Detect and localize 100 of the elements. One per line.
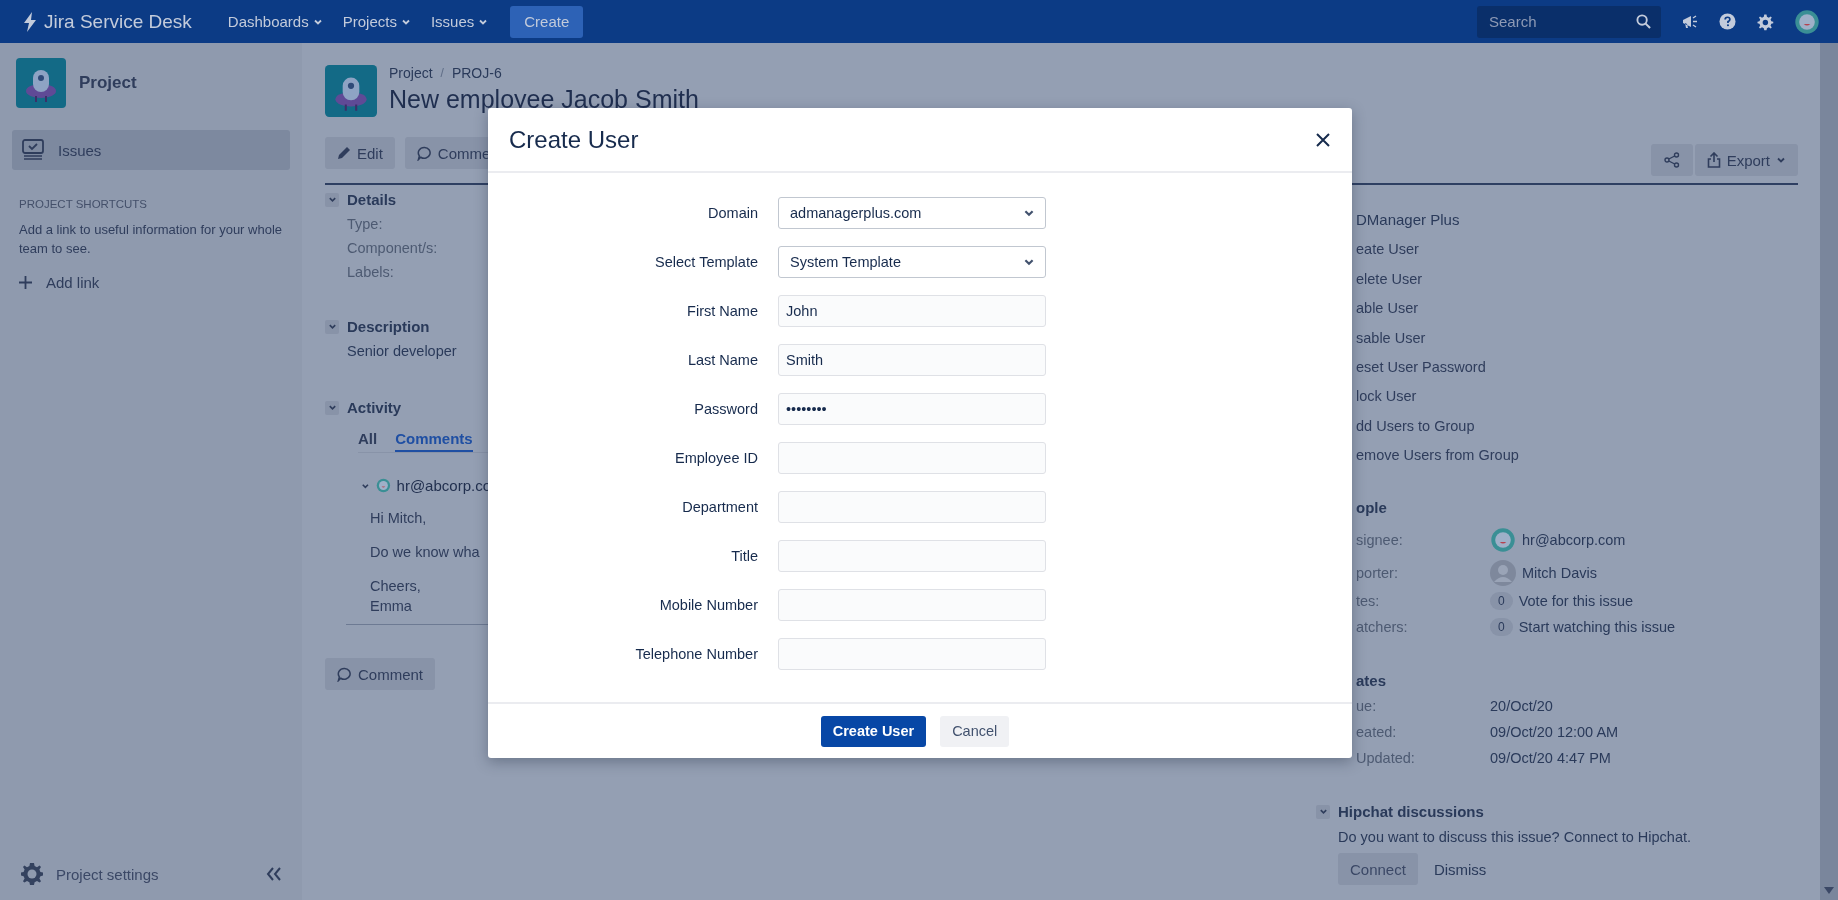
- field-label: Title: [730, 548, 758, 564]
- field-label: signee:: [1356, 532, 1404, 549]
- field-label: Updated:: [1356, 750, 1416, 767]
- field-label: atchers:: [1356, 619, 1409, 636]
- action-link[interactable]: able User: [1356, 300, 1798, 317]
- action-link[interactable]: Start watching this issue: [1518, 619, 1676, 636]
- comment-button[interactable]: Comment: [325, 658, 436, 690]
- date-value: 09/Oct/20 12:00 AM: [1490, 724, 1620, 741]
- activity-tab[interactable]: Comments: [395, 430, 473, 452]
- action-link[interactable]: elete User: [1356, 270, 1798, 287]
- field-label: Labels:: [347, 264, 395, 280]
- search-field[interactable]: Search: [1477, 5, 1661, 38]
- select-field[interactable]: admanagerplus.com: [778, 197, 1046, 229]
- input-field[interactable]: [778, 638, 1046, 670]
- share-button[interactable]: [1650, 144, 1693, 176]
- comment-text: Cheers, Emma: [370, 577, 422, 616]
- input-field[interactable]: John: [778, 295, 1046, 327]
- connect-button[interactable]: Connect: [1338, 853, 1418, 886]
- action-link[interactable]: Vote for this issue: [1518, 593, 1634, 610]
- action-link[interactable]: eate User: [1356, 241, 1798, 258]
- project-logo-icon: [325, 65, 377, 117]
- description-text: Senior developer: [347, 343, 458, 359]
- field-label: ue:: [1356, 698, 1378, 715]
- field-label: Employee ID: [674, 450, 758, 466]
- field-label: tes:: [1356, 593, 1381, 610]
- input-field[interactable]: ••••••••: [778, 393, 1046, 425]
- action-link[interactable]: lock User: [1356, 388, 1798, 405]
- scrollbar[interactable]: [1820, 43, 1838, 900]
- count-badge: 0: [1490, 592, 1513, 611]
- plus-icon: [19, 276, 32, 289]
- date-value: 09/Oct/20 4:47 PM: [1490, 750, 1612, 767]
- dismiss-button[interactable]: Dismiss: [1421, 853, 1499, 886]
- scroll-down-arrow-icon: [1824, 887, 1834, 894]
- field-label: Last Name: [686, 352, 758, 368]
- close-button[interactable]: [1316, 132, 1330, 147]
- assignee-link[interactable]: hr@abcorp.com: [1522, 532, 1626, 549]
- input-field[interactable]: [778, 491, 1046, 523]
- edit-button[interactable]: Edit: [325, 137, 395, 169]
- section-heading: ople: [1356, 499, 1388, 517]
- create-button[interactable]: Create: [510, 5, 584, 38]
- input-field[interactable]: [778, 540, 1046, 572]
- action-link[interactable]: sable User: [1356, 329, 1798, 346]
- project-settings-link[interactable]: Project settings: [20, 862, 159, 886]
- nav-menu[interactable]: Issues: [420, 5, 499, 38]
- comment-author[interactable]: hr@abcorp.co: [396, 477, 491, 494]
- user-avatar-icon: [1794, 8, 1820, 35]
- nav-menu[interactable]: Dashboards: [217, 5, 333, 38]
- section-heading: ates: [1356, 672, 1388, 690]
- breadcrumb-link[interactable]: Project: [389, 65, 433, 81]
- collapse-sidebar-button[interactable]: [266, 867, 282, 881]
- upload-icon: [1706, 152, 1721, 168]
- cancel-button[interactable]: Cancel: [940, 715, 1010, 747]
- section-heading: Description: [347, 318, 430, 335]
- section-heading: DManager Plus: [1356, 211, 1461, 228]
- product-logo[interactable]: Jira Service Desk: [22, 10, 192, 33]
- create-user-button[interactable]: Create User: [820, 715, 927, 747]
- issue-title: New employee Jacob Smith: [389, 85, 699, 114]
- search-input[interactable]: Search: [1487, 12, 1636, 31]
- avatar-icon: [375, 477, 391, 494]
- help-icon[interactable]: [1719, 13, 1736, 30]
- search-icon: [1636, 14, 1651, 29]
- hipchat-prompt: Do you want to discuss this issue? Connect to Hipchat.: [1338, 829, 1692, 846]
- section-heading: PROJECT SHORTCUTS: [19, 198, 148, 210]
- chevron-down-icon: [1318, 807, 1328, 817]
- dialog-title: Create User: [509, 125, 639, 154]
- chevron-down-icon: [327, 195, 337, 204]
- field-label: Telephone Number: [634, 646, 758, 662]
- export-button[interactable]: Export: [1694, 144, 1798, 176]
- comment-text: Hi Mitch,: [370, 509, 428, 528]
- project-name[interactable]: Project: [79, 73, 137, 93]
- share-icon: [1663, 152, 1680, 168]
- chevron-down-icon: [327, 322, 337, 331]
- action-link[interactable]: emove Users from Group: [1356, 447, 1798, 464]
- breadcrumb-separator: /: [440, 66, 444, 80]
- pencil-icon: [337, 146, 351, 160]
- breadcrumb-link[interactable]: PROJ-6: [451, 65, 502, 81]
- chevron-down-icon: [327, 403, 337, 412]
- input-field[interactable]: Smith: [778, 344, 1046, 376]
- action-link[interactable]: eset User Password: [1356, 358, 1798, 375]
- speech-bubble-icon: [416, 145, 432, 161]
- field-label: Domain: [707, 205, 758, 221]
- field-label: First Name: [686, 303, 758, 319]
- field-label: porter:: [1356, 565, 1399, 582]
- comment-text: Do we know wha: [370, 543, 481, 562]
- double-chevron-left-icon: [266, 867, 282, 881]
- activity-tab[interactable]: All: [358, 430, 378, 452]
- input-field[interactable]: [778, 589, 1046, 621]
- section-heading: Activity: [347, 399, 402, 416]
- sidebar-item[interactable]: Issues: [12, 130, 290, 170]
- input-field[interactable]: [778, 442, 1046, 474]
- field-label: Type:: [347, 216, 384, 232]
- select-field[interactable]: System Template: [778, 246, 1046, 278]
- user-avatar-icon: [1490, 527, 1516, 554]
- field-label: Mobile Number: [658, 597, 758, 613]
- nav-menu[interactable]: Projects: [332, 5, 421, 38]
- add-link[interactable]: Add link: [19, 274, 283, 291]
- settings-icon[interactable]: [1756, 12, 1774, 31]
- action-link[interactable]: dd Users to Group: [1356, 417, 1798, 434]
- reporter-link[interactable]: Mitch Davis: [1522, 565, 1597, 582]
- megaphone-icon[interactable]: [1681, 13, 1699, 30]
